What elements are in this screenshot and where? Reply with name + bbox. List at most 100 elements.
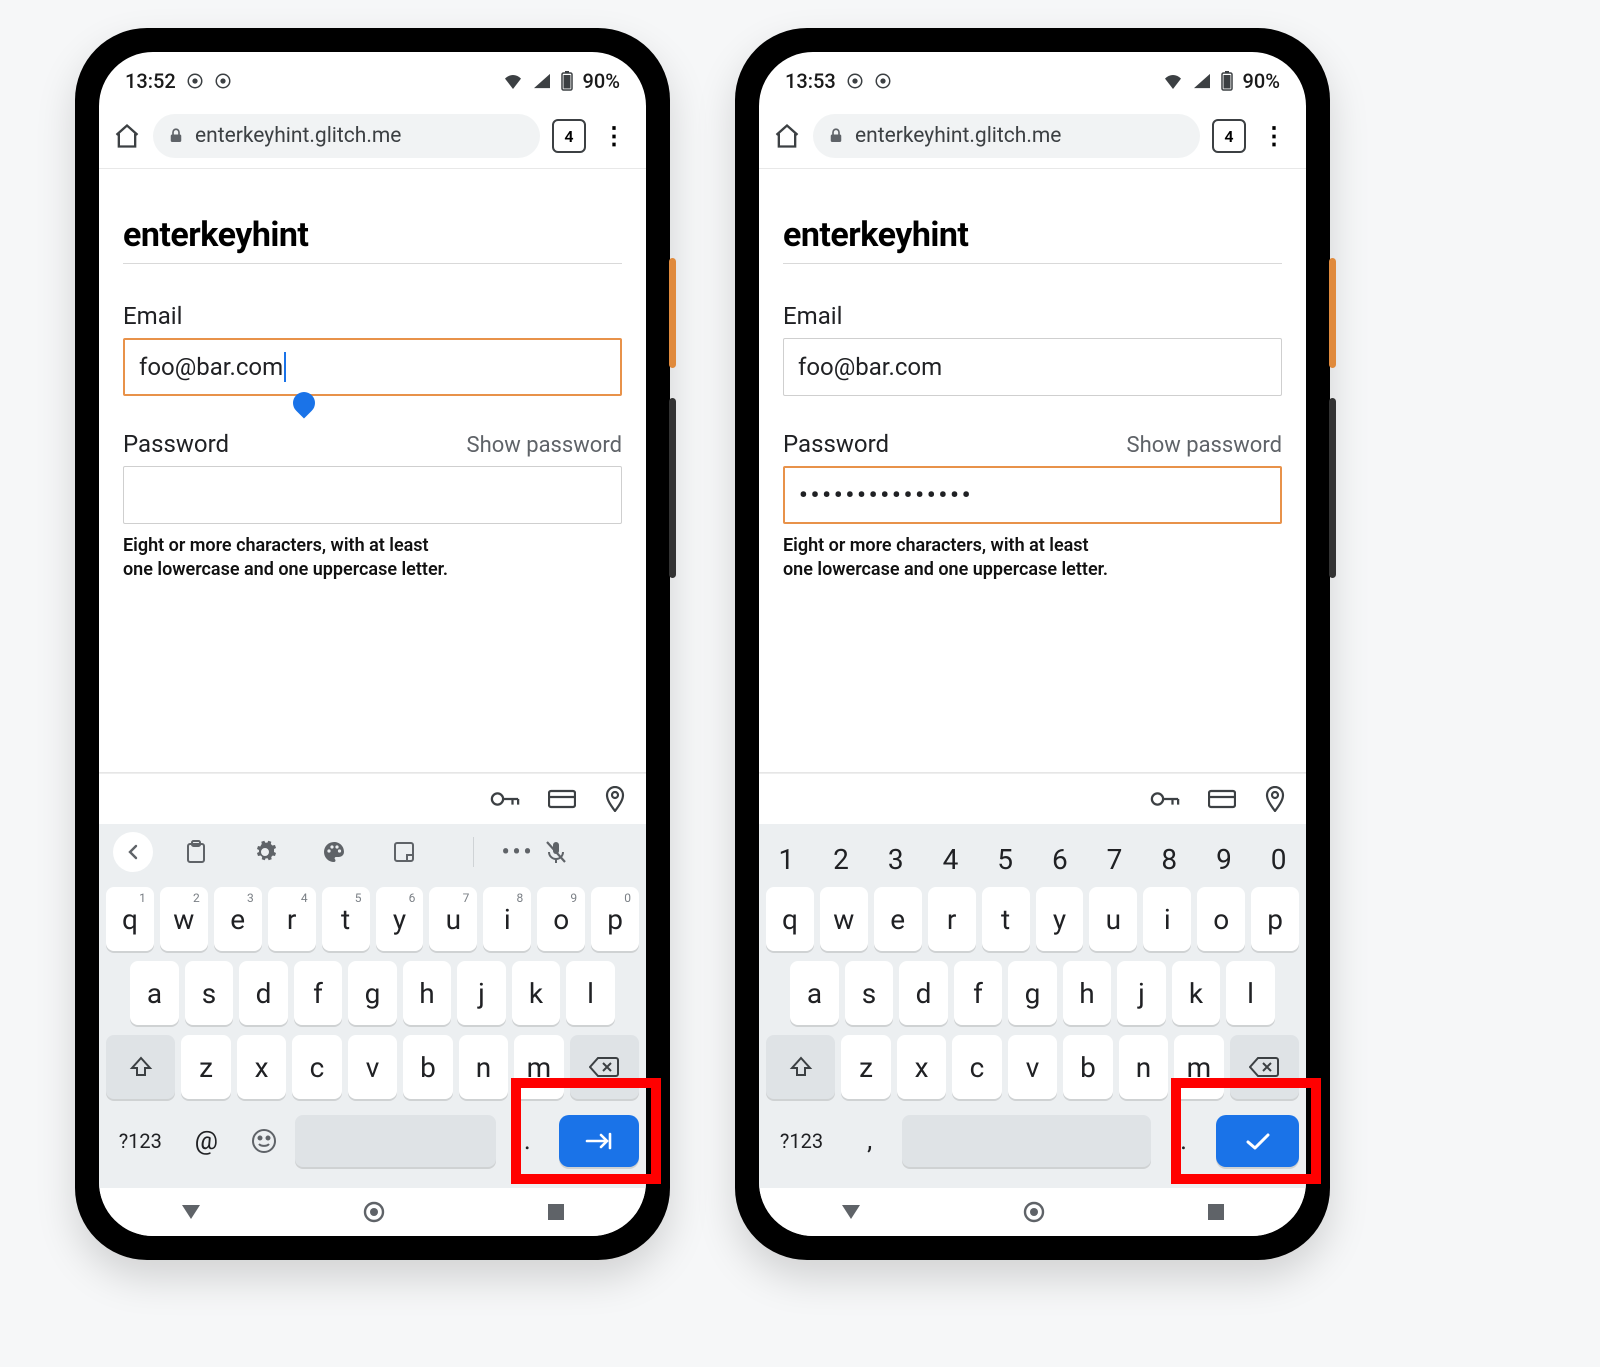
key-o[interactable]: o <box>1197 887 1245 951</box>
key-i[interactable]: i8 <box>483 887 531 951</box>
key-x[interactable]: x <box>897 1035 946 1099</box>
space-key[interactable] <box>295 1115 495 1167</box>
key-z[interactable]: z <box>841 1035 890 1099</box>
key-d[interactable]: d <box>899 961 948 1025</box>
key-v[interactable]: v <box>1008 1035 1057 1099</box>
menu-icon[interactable]: ⋮ <box>1258 122 1292 150</box>
key-m[interactable]: m <box>1174 1035 1223 1099</box>
key-f[interactable]: f <box>954 961 1003 1025</box>
volume-button[interactable] <box>669 398 676 578</box>
keyboard[interactable]: q1 w2 e3 r4 t5 y6 u7 i8 o9 p0 a s d f <box>99 880 646 1188</box>
key-h[interactable]: h <box>1063 961 1112 1025</box>
key-f[interactable]: f <box>294 961 343 1025</box>
gear-icon[interactable] <box>230 840 299 864</box>
volume-button[interactable] <box>1329 398 1336 578</box>
key-q[interactable]: q1 <box>106 887 154 951</box>
caret-handle-icon[interactable] <box>288 387 319 418</box>
nav-back-icon[interactable] <box>180 1203 202 1221</box>
enter-key-next[interactable] <box>559 1115 639 1167</box>
email-field[interactable]: foo@bar.com <box>123 338 622 396</box>
nav-recents-icon[interactable] <box>1206 1202 1226 1222</box>
key-t[interactable]: t <box>982 887 1030 951</box>
key-4[interactable]: 4 <box>926 827 975 891</box>
power-button[interactable] <box>669 258 676 368</box>
key-r[interactable]: r4 <box>268 887 316 951</box>
key-w[interactable]: w <box>820 887 868 951</box>
key-s[interactable]: s <box>185 961 234 1025</box>
nav-home-icon[interactable] <box>363 1201 385 1223</box>
key-l[interactable]: l <box>566 961 615 1025</box>
space-key[interactable] <box>902 1115 1151 1167</box>
shift-key[interactable] <box>106 1035 175 1099</box>
keyboard[interactable]: q w e r t y u i o p a s d f g <box>759 880 1306 1188</box>
comma-key[interactable]: , <box>843 1109 896 1173</box>
key-x[interactable]: x <box>237 1035 286 1099</box>
key-c[interactable]: c <box>952 1035 1001 1099</box>
key-icon[interactable] <box>1150 788 1180 810</box>
key-e[interactable]: e3 <box>214 887 262 951</box>
nav-recents-icon[interactable] <box>546 1202 566 1222</box>
mic-off-icon[interactable] <box>528 840 584 864</box>
keyboard-back-button[interactable] <box>105 832 161 872</box>
key-u[interactable]: u7 <box>429 887 477 951</box>
symbols-key[interactable]: ?123 <box>106 1109 175 1173</box>
key-icon[interactable] <box>490 788 520 810</box>
key-a[interactable]: a <box>790 961 839 1025</box>
emoji-key[interactable] <box>238 1109 289 1173</box>
key-k[interactable]: k <box>512 961 561 1025</box>
key-0[interactable]: 0 <box>1254 827 1303 891</box>
key-p[interactable]: p <box>1251 887 1299 951</box>
power-button[interactable] <box>1329 258 1336 368</box>
key-q[interactable]: q <box>766 887 814 951</box>
key-d[interactable]: d <box>239 961 288 1025</box>
email-field[interactable]: foo@bar.com <box>783 338 1282 396</box>
backspace-key[interactable] <box>570 1035 639 1099</box>
palette-icon[interactable] <box>300 840 369 864</box>
key-v[interactable]: v <box>348 1035 397 1099</box>
key-2[interactable]: 2 <box>817 827 866 891</box>
key-g[interactable]: g <box>1008 961 1057 1025</box>
key-o[interactable]: o9 <box>537 887 585 951</box>
key-c[interactable]: c <box>292 1035 341 1099</box>
key-m[interactable]: m <box>514 1035 563 1099</box>
key-i[interactable]: i <box>1143 887 1191 951</box>
key-t[interactable]: t5 <box>322 887 370 951</box>
symbols-key[interactable]: ?123 <box>766 1109 837 1173</box>
key-u[interactable]: u <box>1089 887 1137 951</box>
key-g[interactable]: g <box>348 961 397 1025</box>
key-y[interactable]: y6 <box>376 887 424 951</box>
more-icon[interactable]: ••• <box>508 840 528 865</box>
show-password-toggle[interactable]: Show password <box>1127 433 1282 458</box>
key-r[interactable]: r <box>928 887 976 951</box>
key-1[interactable]: 1 <box>762 827 811 891</box>
key-e[interactable]: e <box>874 887 922 951</box>
key-5[interactable]: 5 <box>981 827 1030 891</box>
tabs-button[interactable]: 4 <box>552 119 586 153</box>
location-icon[interactable] <box>604 786 626 812</box>
key-8[interactable]: 8 <box>1145 827 1194 891</box>
enter-key-done[interactable] <box>1216 1115 1299 1167</box>
key-k[interactable]: k <box>1172 961 1221 1025</box>
tabs-button[interactable]: 4 <box>1212 119 1246 153</box>
key-p[interactable]: p0 <box>591 887 639 951</box>
key-j[interactable]: j <box>1117 961 1166 1025</box>
shift-key[interactable] <box>766 1035 835 1099</box>
password-field[interactable]: ••••••••••••••• <box>783 466 1282 524</box>
key-3[interactable]: 3 <box>871 827 920 891</box>
nav-back-icon[interactable] <box>840 1203 862 1221</box>
key-9[interactable]: 9 <box>1200 827 1249 891</box>
sticker-icon[interactable] <box>369 841 438 863</box>
key-n[interactable]: n <box>1119 1035 1168 1099</box>
key-b[interactable]: b <box>1063 1035 1112 1099</box>
period-key[interactable]: . <box>502 1109 553 1173</box>
key-n[interactable]: n <box>459 1035 508 1099</box>
key-h[interactable]: h <box>403 961 452 1025</box>
key-z[interactable]: z <box>181 1035 230 1099</box>
key-l[interactable]: l <box>1226 961 1275 1025</box>
backspace-key[interactable] <box>1230 1035 1299 1099</box>
key-a[interactable]: a <box>130 961 179 1025</box>
key-s[interactable]: s <box>845 961 894 1025</box>
key-w[interactable]: w2 <box>160 887 208 951</box>
card-icon[interactable] <box>548 788 576 810</box>
location-icon[interactable] <box>1264 786 1286 812</box>
